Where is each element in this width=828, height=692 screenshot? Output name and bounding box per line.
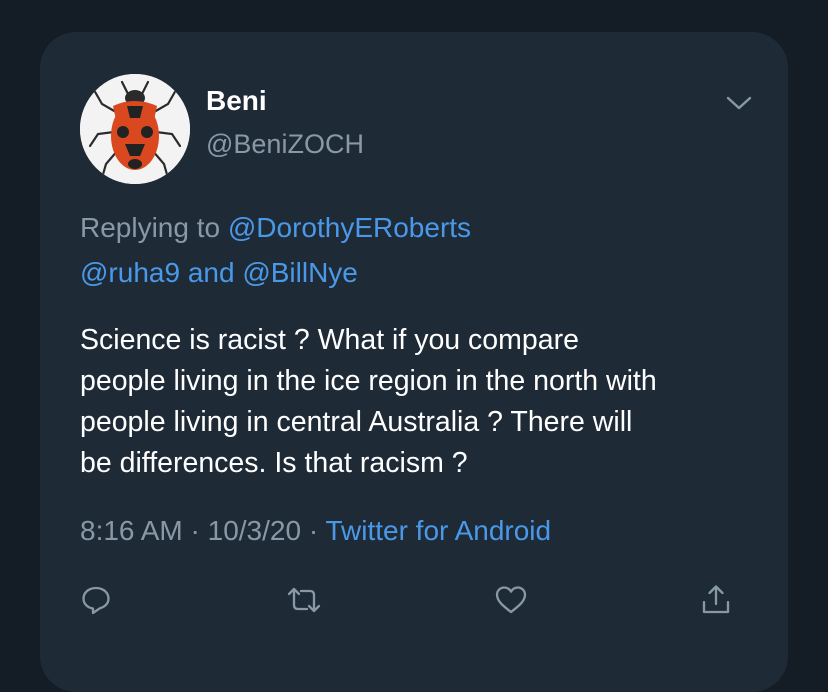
- tweet-text-line: be differences. Is that racism ?: [80, 447, 468, 479]
- replying-to-line: Replying to @DorothyERoberts: [80, 210, 471, 246]
- tweet-text-line: people living in central Australia ? The…: [80, 406, 633, 438]
- tweet-text-line: people living in the ice region in the n…: [80, 365, 657, 397]
- meta-separator: ·: [190, 515, 200, 546]
- replying-to-label: Replying to: [80, 212, 221, 243]
- and-connector: and: [187, 257, 235, 288]
- tweet-meta: 8:16 AM · 10/3/20 · Twitter for Android: [80, 513, 551, 549]
- avatar[interactable]: [80, 74, 190, 184]
- tweet-card: Beni @BeniZOCH Replying to @DorothyERobe…: [40, 32, 788, 692]
- reply-icon[interactable]: [78, 582, 114, 618]
- share-icon[interactable]: [698, 582, 734, 618]
- heart-icon[interactable]: [493, 582, 529, 618]
- mention-link[interactable]: @BillNye: [242, 257, 358, 288]
- display-name[interactable]: Beni: [206, 84, 267, 118]
- mention-link[interactable]: @DorothyERoberts: [228, 212, 471, 243]
- retweet-icon[interactable]: [286, 582, 322, 618]
- chevron-down-icon[interactable]: [724, 92, 754, 114]
- tweet-date: 10/3/20: [207, 515, 302, 546]
- tweet-source-link[interactable]: Twitter for Android: [325, 515, 551, 546]
- replying-to-line-2: @ruha9 and @BillNye: [80, 255, 358, 291]
- mention-link[interactable]: @ruha9: [80, 257, 180, 288]
- tweet-time: 8:16 AM: [80, 515, 183, 546]
- tweet-text: Science is racist ? What if you compare …: [80, 320, 770, 484]
- meta-separator: ·: [308, 515, 319, 546]
- user-handle[interactable]: @BeniZOCH: [206, 127, 364, 161]
- tweet-text-line: Science is racist ? What if you compare: [80, 324, 579, 356]
- firebug-image: [80, 74, 190, 184]
